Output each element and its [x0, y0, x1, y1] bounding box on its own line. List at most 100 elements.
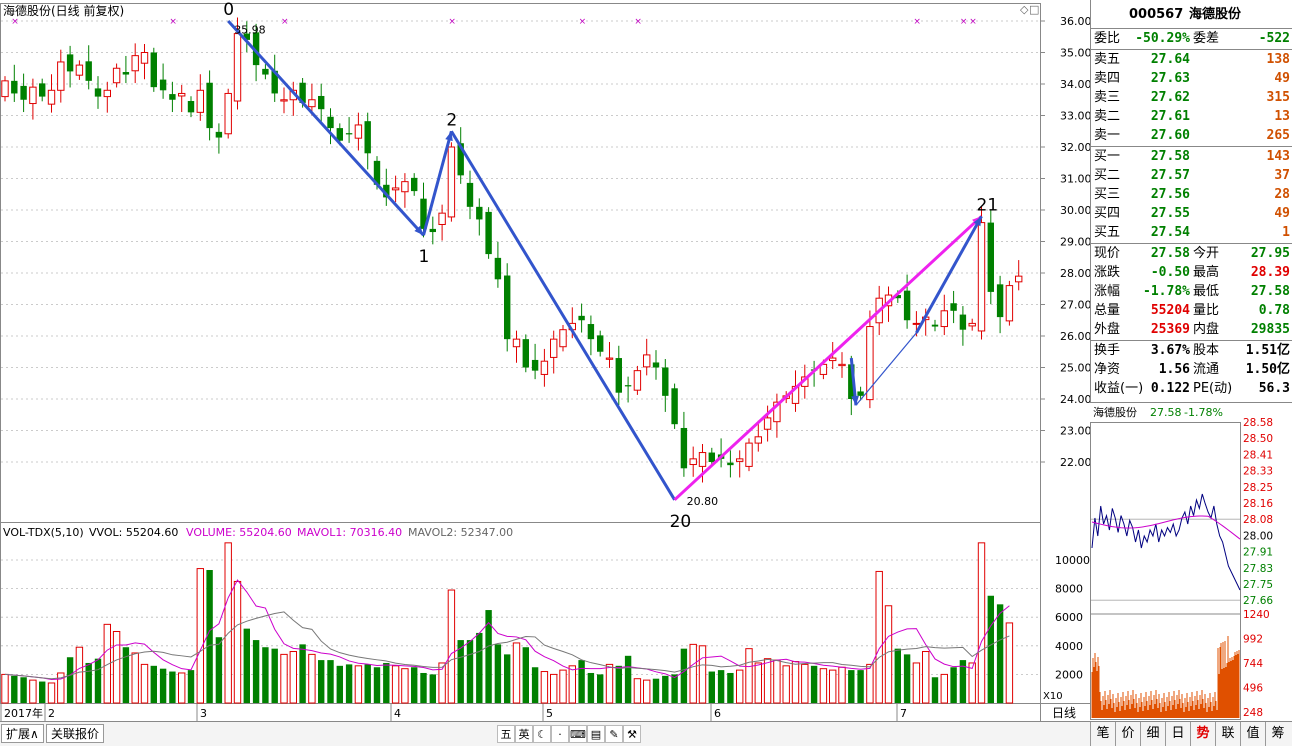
volume-bar	[476, 632, 483, 703]
ask-row: 卖二 27.61 13	[1091, 108, 1292, 127]
ask-label: 卖二	[1094, 109, 1121, 124]
intraday-price-tick: 27.66	[1243, 595, 1273, 607]
english-icon[interactable]: 英	[515, 725, 533, 743]
moon-icon[interactable]: ☾	[533, 725, 551, 743]
volume-bar	[411, 667, 418, 703]
chart-title: 海德股份(日线 前复权)	[3, 3, 124, 18]
fundamental-row: 换手 3.67% 股本 1.51亿	[1094, 343, 1290, 358]
volume-bar	[848, 670, 855, 703]
bid-volume: 143	[1266, 149, 1290, 164]
dot-icon[interactable]: ·	[551, 725, 569, 743]
quote-panel: 000567 海德股份 委比 -50.29% 委差 -522 卖五 27.64 13…	[1090, 0, 1292, 420]
grid-icon[interactable]: ▤	[587, 725, 605, 743]
volume-bar	[689, 643, 697, 704]
stat-row: 现价 27.58 今开 27.95	[1094, 246, 1290, 261]
volume-bar	[801, 663, 809, 704]
volume-bar	[698, 645, 707, 704]
volume-bar	[504, 654, 511, 703]
ask-label: 卖一	[1094, 128, 1121, 143]
right-tab[interactable]: 价	[1115, 722, 1140, 746]
volume-axis-tick: 2000	[1055, 668, 1083, 681]
bid-label: 买四	[1094, 206, 1121, 221]
volume-bar	[745, 648, 753, 704]
intraday-price-tick: 28.16	[1243, 498, 1273, 510]
candle	[485, 207, 492, 259]
volume-bar	[187, 670, 195, 703]
signal-marker: ×	[281, 17, 289, 27]
wave-label: 2	[446, 110, 457, 130]
volume-bar	[922, 651, 930, 704]
stat-row: 外盘 25369 内盘 29835	[1094, 322, 1290, 337]
right-tab[interactable]: 日	[1165, 722, 1190, 746]
volume-bar	[522, 647, 529, 703]
volume-bar	[485, 610, 492, 703]
candle	[224, 88, 232, 139]
candle	[977, 206, 986, 340]
volume-bar	[810, 665, 818, 703]
price-axis-tick: 31.00	[1060, 173, 1090, 186]
volume-header: VOL-TDX(5,10) VVOL: 55204.60 VOLUME: 552…	[3, 526, 513, 539]
volume-bar	[531, 667, 539, 703]
volume-bar	[299, 644, 306, 703]
volume-bar	[262, 647, 269, 703]
svg-text:MAVOL1: 70316.40: MAVOL1: 70316.40	[297, 526, 402, 539]
volume-bar	[196, 568, 205, 704]
tools-icon[interactable]: ⚒	[623, 725, 641, 743]
volume-bar	[829, 669, 837, 704]
pen-icon[interactable]: ✎	[605, 725, 623, 743]
wave-label: 20	[670, 512, 692, 532]
volume-bar	[391, 665, 400, 704]
right-tab[interactable]: 联	[1215, 722, 1240, 746]
volume-bar	[950, 667, 957, 703]
bid-volume: 37	[1274, 168, 1290, 183]
tab-related-quotes[interactable]: 关联报价	[46, 724, 105, 743]
candle	[671, 383, 678, 429]
right-tab[interactable]: 筹	[1265, 722, 1290, 746]
right-tab[interactable]: 细	[1140, 722, 1165, 746]
main-chart[interactable]: × × × × × × × × × 012202135.9820.80 36.0035.0034…	[0, 0, 1090, 721]
intraday-chart[interactable]: 海德股份 27.58 -1.78% 28.58 28.50 28.41 28.33 28…	[1090, 402, 1292, 720]
volume-bar	[354, 665, 363, 704]
volume-bar	[773, 659, 781, 704]
volume-bar	[782, 665, 790, 704]
price-axis-tick: 36.00	[1060, 15, 1090, 28]
right-tab[interactable]: 笔	[1090, 722, 1115, 746]
bid-label: 买二	[1094, 168, 1121, 183]
volume-bar	[75, 646, 84, 704]
volume-bar	[597, 674, 604, 703]
ask-price: 27.64	[1150, 52, 1190, 67]
volume-bar	[1005, 622, 1014, 704]
period-label[interactable]: 日线	[1052, 706, 1076, 720]
wave-label: 0	[223, 0, 234, 20]
volume-bar	[66, 657, 74, 703]
volume-bar	[159, 668, 167, 703]
price-axis-tick: 30.00	[1060, 204, 1090, 217]
volume-bar	[550, 673, 558, 704]
stat-row: 涨跌 -0.50 最高 28.39	[1094, 265, 1290, 280]
price-axis-tick: 32.00	[1060, 141, 1090, 154]
volume-bar	[884, 605, 893, 704]
ime-icon[interactable]: 五	[497, 725, 515, 743]
volume-bar	[578, 660, 585, 703]
candle	[447, 142, 456, 222]
diamond-icon[interactable]: ◇	[1020, 3, 1029, 16]
volume-bar	[318, 660, 325, 703]
intraday-volume-tick: 744	[1243, 658, 1263, 670]
bid-row: 买一 27.58 143	[1091, 148, 1292, 167]
tab-extend[interactable]: 扩展∧	[1, 724, 44, 743]
signal-marker: ×	[634, 17, 642, 27]
volume-bar	[112, 631, 121, 704]
square-icon[interactable]: □	[1029, 3, 1039, 16]
volume-bar	[215, 637, 223, 703]
intraday-price-tick: 28.08	[1243, 514, 1273, 526]
volume-bar	[1, 673, 9, 704]
keyboard-icon[interactable]: ⌨	[569, 725, 587, 743]
stock-name: 海德股份	[1189, 7, 1242, 22]
volume-bar	[233, 580, 242, 704]
volume-axis-tick: 8000	[1055, 583, 1083, 596]
volume-bar	[336, 665, 343, 703]
right-tab[interactable]: 值	[1240, 722, 1265, 746]
bid-row: 买二 27.57 37	[1091, 167, 1292, 186]
svg-text:VOL-TDX(5,10): VOL-TDX(5,10)	[3, 526, 84, 539]
right-tab[interactable]: 势	[1190, 722, 1215, 746]
